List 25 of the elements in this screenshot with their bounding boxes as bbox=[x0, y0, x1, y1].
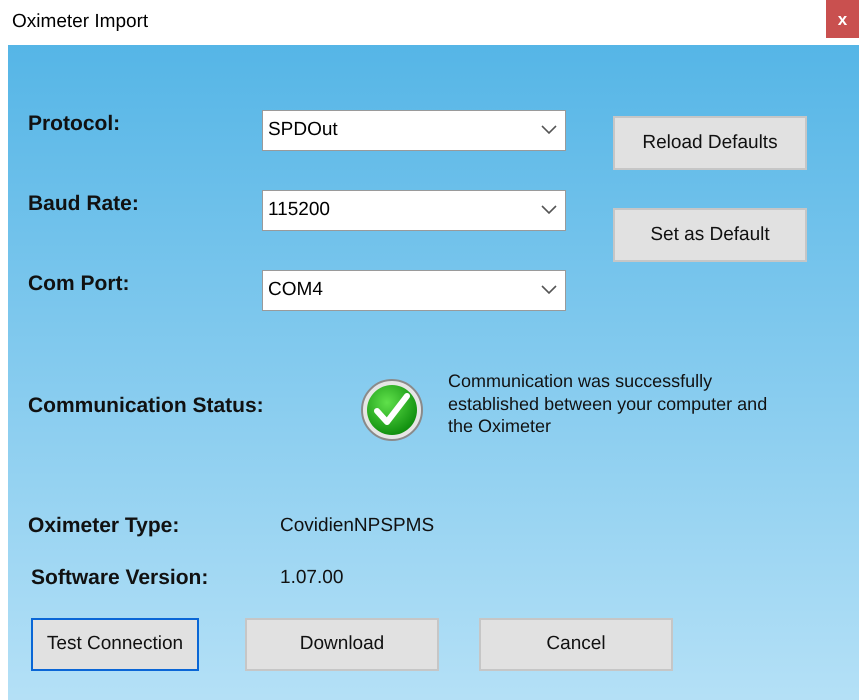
close-button[interactable]: x bbox=[826, 0, 859, 38]
status-label: Communication Status: bbox=[28, 393, 265, 419]
chevron-icon bbox=[541, 205, 557, 215]
field-label: Baud Rate: bbox=[28, 191, 140, 218]
status-message: Communication was successfully established between your computer and the Oximeter bbox=[448, 370, 768, 438]
field-label: Protocol: bbox=[28, 111, 122, 138]
window-title: Oximeter Import bbox=[11, 10, 148, 34]
button[interactable]: Cancel bbox=[479, 618, 673, 671]
chevron-icon bbox=[541, 285, 557, 295]
info-value: 1.07.00 bbox=[280, 566, 344, 590]
info-label: Oximeter Type: bbox=[28, 513, 180, 540]
button[interactable]: Set as Default bbox=[613, 208, 807, 262]
button[interactable]: Test Connection bbox=[31, 618, 199, 671]
chevron-icon bbox=[541, 125, 557, 135]
dropdown[interactable]: 115200 bbox=[262, 190, 566, 230]
dropdown[interactable]: COM4 bbox=[262, 270, 566, 310]
button[interactable]: Reload Defaults bbox=[613, 116, 807, 170]
info-value: CovidienNPSPMS bbox=[280, 514, 434, 538]
button[interactable]: Download bbox=[245, 618, 439, 671]
dropdown-value: SPDOut bbox=[268, 118, 338, 142]
dropdown-value: 115200 bbox=[268, 198, 330, 222]
dropdown-value: COM4 bbox=[268, 278, 323, 302]
info-label: Software Version: bbox=[31, 565, 210, 592]
field-label: Com Port: bbox=[28, 271, 130, 298]
dropdown[interactable]: SPDOut bbox=[262, 110, 566, 150]
